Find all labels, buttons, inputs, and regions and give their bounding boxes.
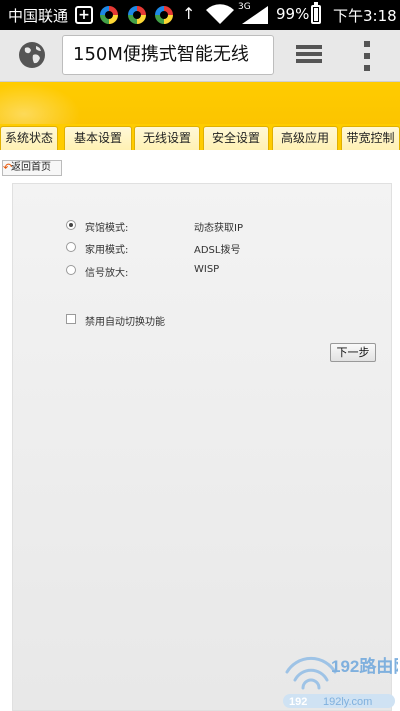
battery-percent: 99% — [276, 5, 310, 23]
option-label: 信号放大: — [85, 268, 129, 279]
svg-text:192: 192 — [289, 696, 307, 708]
overflow-menu-icon[interactable] — [362, 41, 372, 71]
battery-icon — [311, 2, 321, 24]
wifi-icon — [206, 4, 234, 24]
settings-panel — [12, 183, 392, 711]
app-icon — [100, 6, 118, 24]
home-link[interactable]: ↶ 返回首页 — [2, 160, 62, 176]
option-value: 动态获取IP — [194, 223, 243, 234]
globe-icon[interactable] — [18, 41, 46, 69]
radio-signal-amplify[interactable] — [66, 265, 76, 275]
watermark-logo: 192路由网 192 192ly.com — [283, 656, 398, 708]
tab-advanced[interactable]: 高级应用 — [272, 126, 338, 150]
app-icon — [128, 6, 146, 24]
tab-system-status[interactable]: 系统状态 — [0, 126, 58, 150]
plus-icon: + — [75, 6, 93, 24]
tab-basic-settings[interactable]: 基本设置 — [64, 126, 132, 150]
option-value: WISP — [194, 264, 220, 275]
status-bar: 中国联通 + ↑ 3G 99% 下午3:18 — [0, 0, 400, 30]
nav-bar: 系统状态 基本设置 无线设置 安全设置 高级应用 带宽控制 — [0, 124, 400, 150]
home-link-label: 返回首页 — [11, 162, 51, 173]
tab-bandwidth-control[interactable]: 带宽控制 — [341, 126, 400, 150]
disable-auto-switch-label: 禁用自动切换功能 — [85, 317, 165, 328]
next-button[interactable]: 下一步 — [330, 343, 376, 362]
disable-auto-switch-checkbox[interactable] — [66, 314, 76, 324]
svg-text:192ly.com: 192ly.com — [323, 696, 372, 708]
tabs-icon[interactable] — [294, 43, 324, 67]
option-label: 宾馆模式: — [85, 223, 129, 234]
browser-toolbar: 150M便携式智能无线 — [0, 30, 400, 82]
radio-home-mode[interactable] — [66, 242, 76, 252]
up-arrow-icon: ↑ — [182, 4, 196, 23]
option-value: ADSL拨号 — [194, 245, 241, 256]
svg-text:192路由网: 192路由网 — [331, 656, 398, 676]
app-icon — [155, 6, 173, 24]
option-label: 家用模式: — [85, 245, 129, 256]
header-banner — [0, 78, 400, 138]
tab-security-settings[interactable]: 安全设置 — [203, 126, 269, 150]
radio-hotel-mode[interactable] — [66, 220, 76, 230]
url-bar[interactable]: 150M便携式智能无线 — [62, 35, 274, 75]
carrier-name: 中国联通 — [8, 7, 69, 25]
signal-icon — [242, 6, 268, 24]
return-arrow-icon: ↶ — [3, 161, 13, 174]
tab-wireless-settings[interactable]: 无线设置 — [134, 126, 200, 150]
clock: 下午3:18 — [333, 7, 397, 25]
